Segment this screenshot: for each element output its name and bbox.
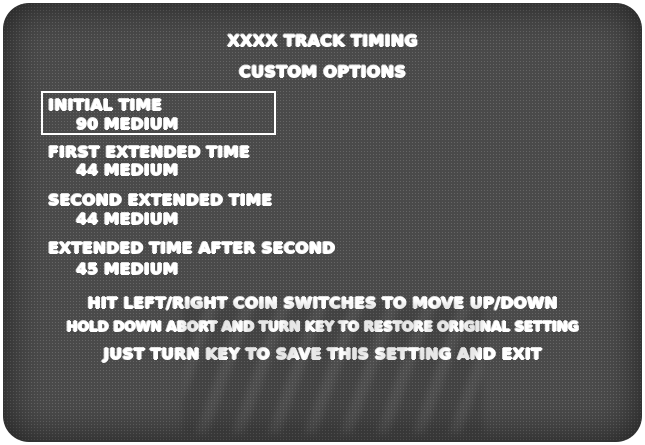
option-value: 44 MEDIUM <box>76 210 179 228</box>
screen-title: XXXX TRACK TIMING <box>227 31 418 50</box>
option-label: INITIAL TIME <box>48 96 163 114</box>
option-label: EXTENDED TIME AFTER SECOND <box>48 239 336 257</box>
option-value: 44 MEDIUM <box>76 161 179 179</box>
option-label: SECOND EXTENDED TIME <box>48 191 273 209</box>
option-value: 90 MEDIUM <box>76 115 179 133</box>
instruction-restore: HOLD DOWN ABORT AND TURN KEY TO RESTORE … <box>66 319 579 335</box>
option-value: 45 MEDIUM <box>76 260 179 278</box>
screen-subtitle: CUSTOM OPTIONS <box>238 62 407 81</box>
instruction-save-exit: JUST TURN KEY TO SAVE THIS SETTING AND E… <box>103 345 542 363</box>
option-label: FIRST EXTENDED TIME <box>48 143 250 161</box>
instruction-move: HIT LEFT/RIGHT COIN SWITCHES TO MOVE UP/… <box>87 294 558 312</box>
crt-screen: XXXX TRACK TIMING CUSTOM OPTIONS INITIAL… <box>3 3 642 442</box>
